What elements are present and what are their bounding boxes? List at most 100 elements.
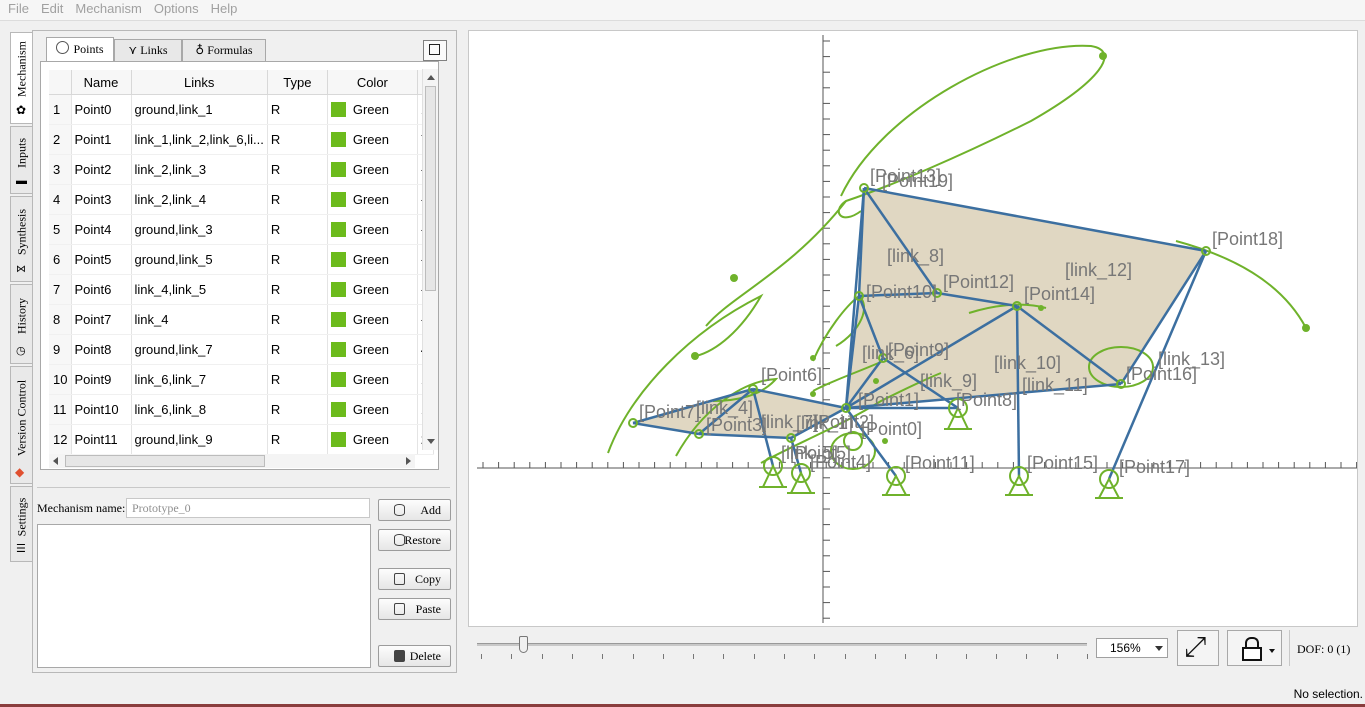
header-links[interactable]: Links <box>131 70 268 95</box>
cell-name[interactable]: Point6 <box>71 274 132 305</box>
slider-handle[interactable] <box>519 636 528 653</box>
cell-links[interactable]: link_1,link_2,link_6,li... <box>131 124 268 155</box>
cell-color[interactable]: Green <box>327 94 418 125</box>
cell-type[interactable]: R <box>267 334 328 365</box>
side-tab-settings[interactable]: Settings ☰ <box>10 486 32 562</box>
cell-name[interactable]: Point3 <box>71 184 132 215</box>
cell-name[interactable]: Point5 <box>71 244 132 275</box>
table-row[interactable]: 8Point7link_4RGreen-( <box>49 304 434 335</box>
cell-color[interactable]: Green <box>327 424 418 455</box>
header-color[interactable]: Color <box>327 70 418 95</box>
cell-name[interactable]: Point9 <box>71 364 132 395</box>
cell-type[interactable]: R <box>267 424 328 455</box>
cell-color[interactable]: Green <box>327 154 418 185</box>
paste-button[interactable]: Paste <box>378 598 451 620</box>
mechanism-canvas[interactable]: [Point13] [Point19] [Point18] [link_8] [link… <box>468 30 1358 627</box>
scroll-down-arrow[interactable] <box>427 439 435 444</box>
table-row[interactable]: 5Point4ground,link_3RGreen-( <box>49 214 434 245</box>
mechanism-name-input[interactable]: Prototype_0 <box>126 498 370 518</box>
row-number[interactable]: 1 <box>49 94 72 125</box>
cell-links[interactable]: ground,link_5 <box>131 244 268 275</box>
table-row[interactable]: 6Point5ground,link_5RGreen-: <box>49 244 434 275</box>
cell-color[interactable]: Green <box>327 394 418 425</box>
vertical-scroll-thumb[interactable] <box>425 86 436 291</box>
cell-links[interactable]: link_2,link_3 <box>131 154 268 185</box>
table-vertical-scrollbar[interactable] <box>422 69 438 450</box>
side-tab-inputs[interactable]: Inputs ▬ <box>10 126 32 194</box>
copy-button[interactable]: Copy <box>378 568 451 590</box>
cell-name[interactable]: Point7 <box>71 304 132 335</box>
table-row[interactable]: 4Point3link_2,link_4RGreen-: <box>49 184 434 215</box>
cell-name[interactable]: Point11 <box>71 424 132 455</box>
cell-color[interactable]: Green <box>327 244 418 275</box>
cell-name[interactable]: Point4 <box>71 214 132 245</box>
table-row[interactable]: 2Point1link_1,link_2,link_6,li...RGreen7 <box>49 124 434 155</box>
cell-color[interactable]: Green <box>327 364 418 395</box>
cell-type[interactable]: R <box>267 154 328 185</box>
cell-type[interactable]: R <box>267 244 328 275</box>
row-number[interactable]: 5 <box>49 214 72 245</box>
cell-links[interactable]: ground,link_1 <box>131 94 268 125</box>
row-number[interactable]: 12 <box>49 424 72 455</box>
table-row[interactable]: 9Point8ground,link_7RGreen4 <box>49 334 434 365</box>
tab-points[interactable]: Points <box>46 37 114 62</box>
tab-links[interactable]: ⋎ Links <box>114 39 182 61</box>
row-number[interactable]: 10 <box>49 364 72 395</box>
row-number[interactable]: 6 <box>49 244 72 275</box>
cell-type[interactable]: R <box>267 94 328 125</box>
side-tab-mechanism[interactable]: Mechanism ✿ <box>10 32 32 124</box>
cell-links[interactable]: link_6,link_7 <box>131 364 268 395</box>
cell-type[interactable]: R <box>267 124 328 155</box>
lock-menu-button[interactable] <box>1227 630 1282 666</box>
menu-options[interactable]: Options <box>146 0 203 16</box>
cell-color[interactable]: Green <box>327 304 418 335</box>
table-row[interactable]: 3Point2link_2,link_3RGreen-: <box>49 154 434 185</box>
cell-links[interactable]: ground,link_9 <box>131 424 268 455</box>
cell-links[interactable]: ground,link_7 <box>131 334 268 365</box>
zoom-to-fit-button[interactable]: ⤢ <box>1177 630 1219 666</box>
cell-color[interactable]: Green <box>327 334 418 365</box>
cell-color[interactable]: Green <box>327 274 418 305</box>
cell-name[interactable]: Point2 <box>71 154 132 185</box>
cell-color[interactable]: Green <box>327 184 418 215</box>
cell-type[interactable]: R <box>267 214 328 245</box>
menu-file[interactable]: File <box>0 0 33 16</box>
cell-name[interactable]: Point0 <box>71 94 132 125</box>
menu-help[interactable]: Help <box>203 0 242 16</box>
cell-name[interactable]: Point1 <box>71 124 132 155</box>
row-number[interactable]: 2 <box>49 124 72 155</box>
scroll-up-arrow[interactable] <box>427 75 435 80</box>
cell-type[interactable]: R <box>267 184 328 215</box>
side-tab-history[interactable]: History ◷ <box>10 284 32 364</box>
restore-button[interactable]: Restore <box>378 529 451 551</box>
table-row[interactable]: 1Point0ground,link_1RGreen1 <box>49 94 434 125</box>
row-number[interactable]: 3 <box>49 154 72 185</box>
cell-type[interactable]: R <box>267 394 328 425</box>
zoom-select[interactable]: 156% <box>1096 638 1168 658</box>
row-number[interactable]: 9 <box>49 334 72 365</box>
row-number[interactable]: 4 <box>49 184 72 215</box>
cell-name[interactable]: Point8 <box>71 334 132 365</box>
row-number[interactable]: 8 <box>49 304 72 335</box>
cell-links[interactable]: link_4 <box>131 304 268 335</box>
table-row[interactable]: 11Point10link_6,link_8RGreen1 <box>49 394 434 425</box>
side-tab-synthesis[interactable]: Synthesis ⋈ <box>10 196 32 282</box>
delete-button[interactable]: Delete <box>378 645 451 667</box>
expression-toggle-button[interactable] <box>423 40 447 61</box>
table-row[interactable]: 10Point9link_6,link_7RGreen1 <box>49 364 434 395</box>
cell-type[interactable]: R <box>267 274 328 305</box>
horizontal-scroll-thumb[interactable] <box>65 455 265 467</box>
tab-formulas[interactable]: ♁ Formulas <box>182 39 266 61</box>
row-number[interactable]: 11 <box>49 394 72 425</box>
cell-name[interactable]: Point10 <box>71 394 132 425</box>
menu-mechanism[interactable]: Mechanism <box>67 0 145 16</box>
cell-color[interactable]: Green <box>327 124 418 155</box>
canvas-drawing[interactable]: [Point13][Point19][Point18][link_8][link… <box>469 31 1357 626</box>
table-row[interactable]: 7Point6link_4,link_5RGreen-: <box>49 274 434 305</box>
cell-type[interactable]: R <box>267 364 328 395</box>
add-button[interactable]: Add <box>378 499 451 521</box>
cell-links[interactable]: link_6,link_8 <box>131 394 268 425</box>
side-tab-version-control[interactable]: Version Control ◆ <box>10 366 32 484</box>
scroll-left-arrow[interactable] <box>53 457 58 465</box>
cell-links[interactable]: link_4,link_5 <box>131 274 268 305</box>
